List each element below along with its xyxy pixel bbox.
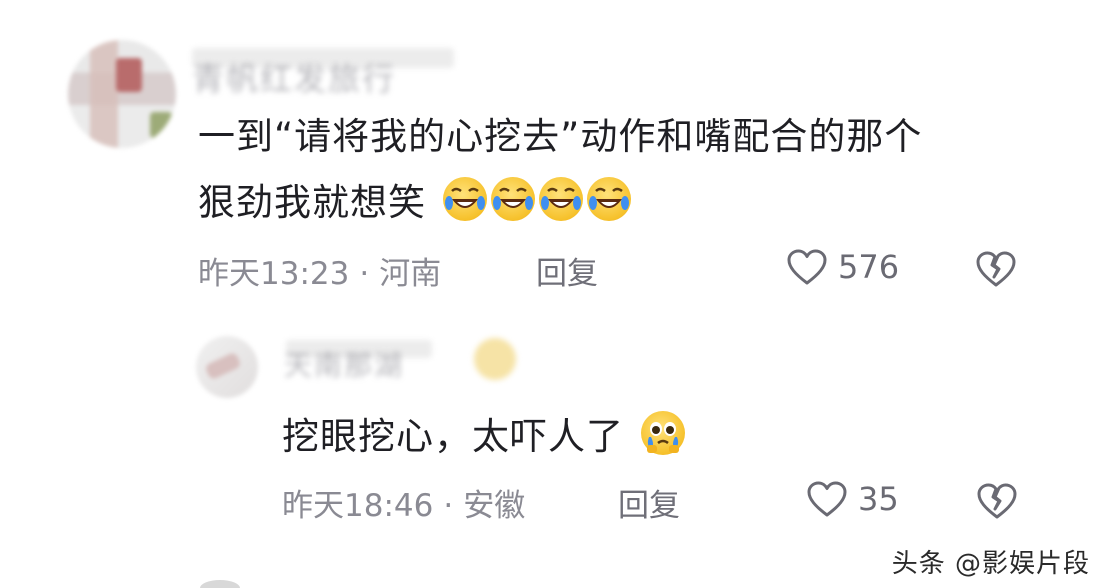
- meta-separator: ·: [443, 488, 454, 524]
- reply-time: 昨天18:46: [282, 488, 434, 524]
- comment-location: 河南: [379, 256, 442, 292]
- rofl-emoji: [490, 177, 535, 221]
- reply-meta: 昨天18:46 · 安徽: [282, 480, 525, 525]
- reply-avatar[interactable]: [196, 336, 258, 398]
- reply-text-content: 挖眼挖心，太吓人了: [282, 415, 624, 458]
- like-count: 576: [838, 248, 900, 286]
- reply-text: 挖眼挖心，太吓人了: [282, 406, 685, 468]
- dislike-button[interactable]: [975, 250, 1017, 292]
- commenter-username[interactable]: 青帆红发旅行: [192, 54, 396, 100]
- rofl-emoji: [586, 177, 631, 221]
- username-emoji-blur: [474, 338, 516, 380]
- comment-text-line-2: 狠劲我就想笑: [198, 172, 631, 234]
- watermark: 头条 @影娱片段: [891, 549, 1090, 579]
- reply-username[interactable]: 天南那湖: [284, 344, 404, 384]
- reply-location: 安徽: [463, 488, 526, 524]
- next-avatar-peek: [200, 580, 240, 588]
- reply-button[interactable]: 回复: [536, 248, 598, 293]
- comment-text-line-2-text: 狠劲我就想笑: [198, 181, 426, 224]
- comment-time: 昨天13:23: [198, 256, 350, 292]
- rofl-emoji: [442, 177, 487, 221]
- pleading-teary-emoji: [640, 411, 685, 455]
- comment-section: 青帆红发旅行 一到“请将我的心挖去”动作和嘴配合的那个 狠劲我就想笑 昨天13:…: [0, 0, 1106, 588]
- dislike-button[interactable]: [976, 482, 1018, 524]
- like-count: 35: [858, 480, 899, 518]
- broken-heart-icon: [976, 251, 1016, 287]
- broken-heart-icon: [977, 483, 1017, 519]
- commenter-avatar[interactable]: [68, 40, 176, 148]
- reply-button[interactable]: 回复: [618, 480, 680, 525]
- rofl-emoji: [538, 177, 583, 221]
- like-button[interactable]: 576: [786, 248, 899, 286]
- comment-meta: 昨天13:23 · 河南: [198, 248, 441, 293]
- comment-text-line-1: 一到“请将我的心挖去”动作和嘴配合的那个: [198, 115, 923, 158]
- heart-outline-icon: [807, 481, 847, 517]
- meta-separator: ·: [359, 256, 370, 292]
- heart-outline-icon: [787, 249, 827, 285]
- like-button[interactable]: 35: [806, 480, 899, 518]
